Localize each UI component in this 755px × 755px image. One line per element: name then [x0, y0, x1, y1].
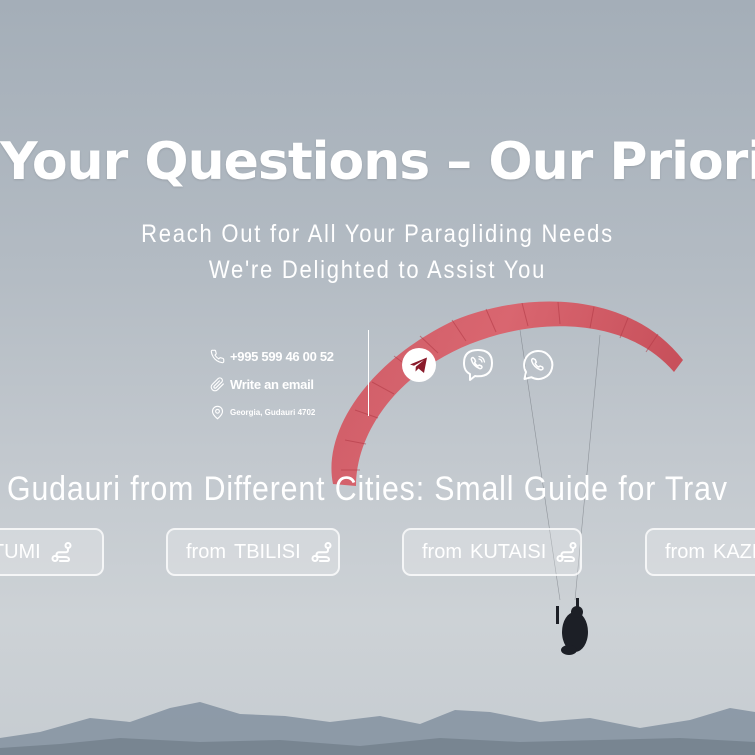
viber-icon[interactable]: [460, 347, 496, 383]
city-name: KAZBEG: [713, 540, 755, 563]
route-icon: [556, 542, 577, 562]
paperclip-icon: [210, 376, 224, 391]
background-photo: [0, 301, 755, 755]
city-name: TBILISI: [234, 540, 301, 563]
city-button-kazbegi[interactable]: from KAZBEG: [645, 528, 755, 576]
hero-section: Your Questions – Our Priority Reach Out …: [0, 0, 755, 755]
subtitle-line-2: We're Delighted to Assist You: [208, 256, 547, 284]
from-label: from: [186, 540, 226, 563]
phone-icon: [210, 349, 225, 363]
travel-guide-title: n Gudauri from Different Cities: Small G…: [0, 470, 728, 508]
from-label: from: [665, 540, 705, 563]
contact-email[interactable]: Write an email: [210, 370, 360, 398]
route-icon: [311, 542, 332, 562]
paraglider-pilot: [556, 598, 588, 655]
phone-number: +995 599 46 00 52: [230, 348, 334, 364]
location-pin-icon: [211, 405, 224, 419]
telegram-icon[interactable]: [401, 347, 437, 383]
address-text: Georgia, Gudauri 4702: [230, 407, 316, 417]
email-link: Write an email: [230, 376, 314, 392]
contact-address[interactable]: Georgia, Gudauri 4702: [210, 398, 360, 426]
contact-list: +995 599 46 00 52 Write an email Georgia…: [210, 342, 360, 426]
city-button-tbilisi[interactable]: from TBILISI: [166, 528, 340, 576]
city-button-batumi[interactable]: ATUMI: [0, 528, 104, 576]
from-label: from: [422, 540, 462, 563]
city-name: ATUMI: [0, 540, 41, 563]
route-icon: [51, 542, 72, 562]
contact-phone[interactable]: +995 599 46 00 52: [210, 342, 360, 370]
city-button-kutaisi[interactable]: from KUTAISI: [402, 528, 582, 576]
subtitle-line-1: Reach Out for All Your Paragliding Needs: [141, 220, 614, 248]
city-name: KUTAISI: [470, 540, 547, 563]
whatsapp-icon[interactable]: [520, 347, 556, 383]
page-title: Your Questions – Our Priority: [0, 132, 755, 192]
contact-divider: [368, 330, 369, 416]
paraglider-wing: [331, 301, 683, 486]
